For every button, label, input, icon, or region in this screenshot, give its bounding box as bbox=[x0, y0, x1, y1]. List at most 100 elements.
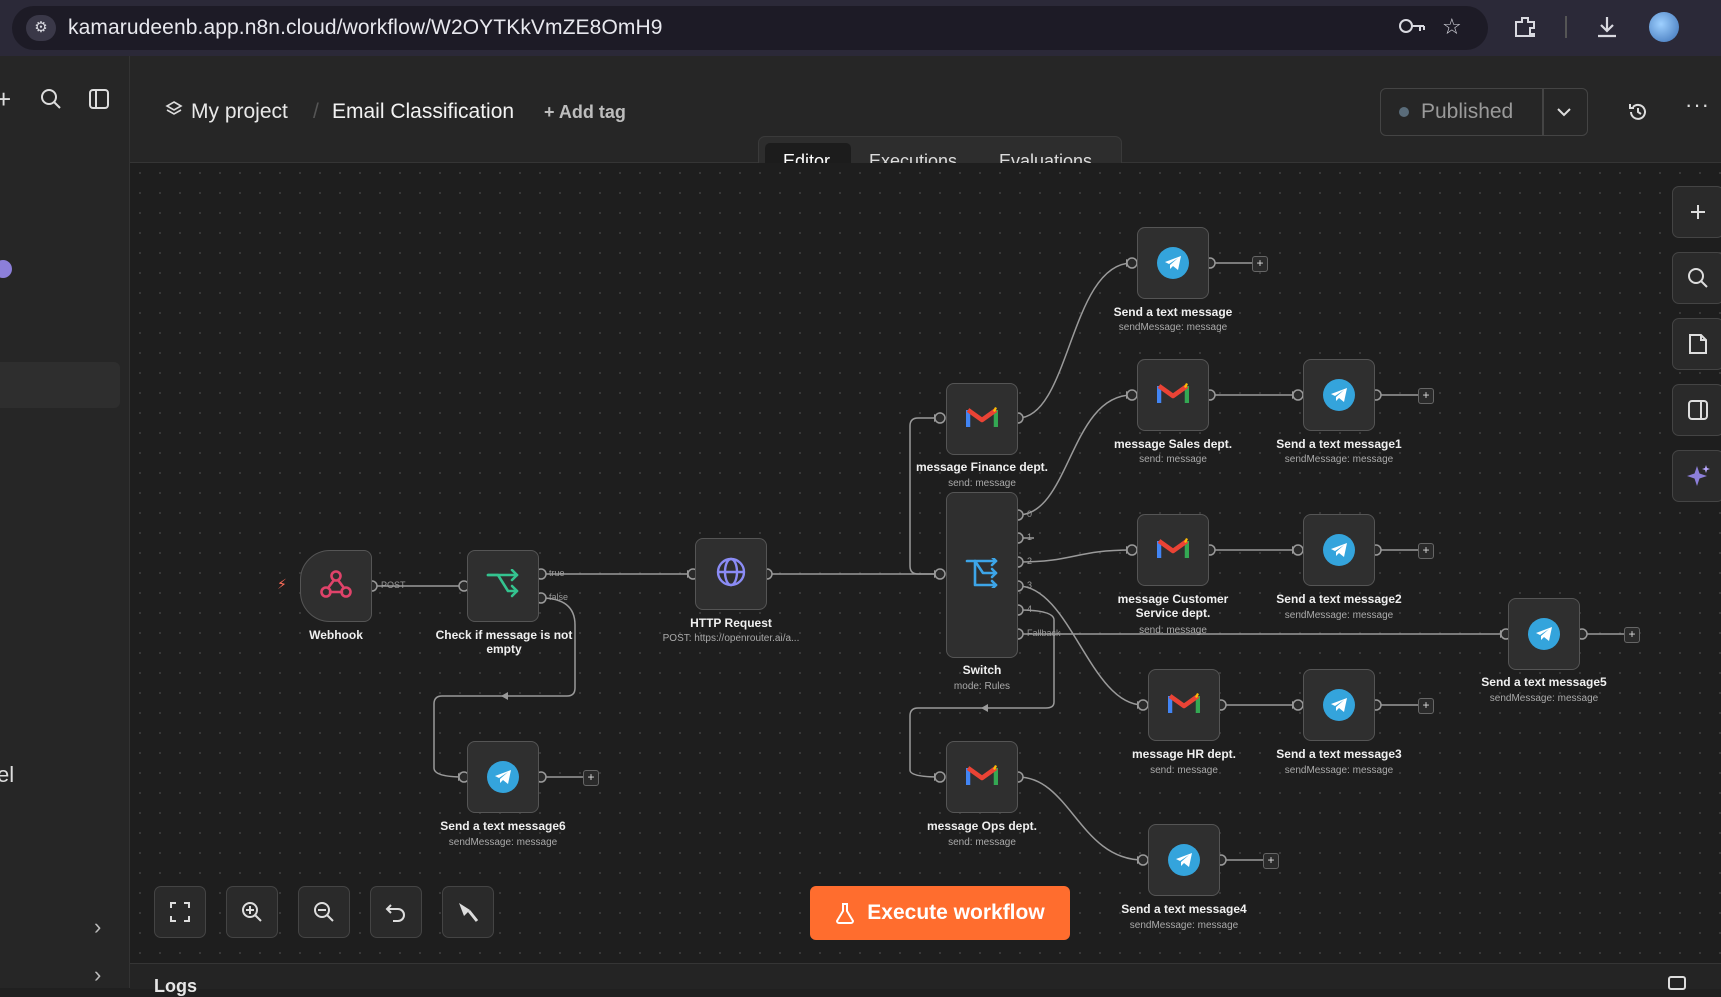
add-node-handle[interactable]: + bbox=[1418, 388, 1434, 404]
dropdown-divider bbox=[1542, 89, 1544, 135]
node-switch[interactable] bbox=[946, 492, 1018, 658]
url-text: kamarudeenb.app.n8n.cloud/workflow/W2OYT… bbox=[68, 16, 663, 39]
history-icon[interactable] bbox=[1627, 101, 1649, 128]
node-cs-title: message Customer Service dept. bbox=[1117, 592, 1229, 620]
fit-view-button[interactable] bbox=[154, 886, 206, 938]
telegram-icon bbox=[1528, 618, 1560, 650]
port-label-false: false bbox=[549, 592, 569, 602]
node-http-title: HTTP Request bbox=[690, 616, 772, 630]
node-message-customer-service[interactable] bbox=[1137, 514, 1209, 586]
node-send-text-message3[interactable] bbox=[1303, 669, 1375, 741]
add-node-handle[interactable]: + bbox=[1252, 256, 1268, 272]
node-message-ops[interactable] bbox=[946, 741, 1018, 813]
sticky-note-button[interactable] bbox=[1672, 318, 1721, 370]
add-node-handle[interactable]: + bbox=[1418, 543, 1434, 559]
gmail-icon bbox=[1167, 691, 1201, 720]
site-settings-icon[interactable]: ⚙ bbox=[26, 15, 56, 41]
add-node-handle[interactable]: + bbox=[1624, 627, 1640, 643]
node-tg3-sub: sendMessage: message bbox=[1284, 765, 1394, 776]
workflow-name[interactable]: Email Classification bbox=[332, 100, 514, 124]
project-layers-icon bbox=[165, 100, 183, 123]
node-send-text-message1[interactable] bbox=[1303, 359, 1375, 431]
add-node-button[interactable] bbox=[1672, 186, 1721, 238]
port-label-true: true bbox=[549, 568, 565, 578]
status-dot bbox=[1399, 107, 1409, 117]
zoom-out-button[interactable] bbox=[298, 886, 350, 938]
switch-output-3: 3 bbox=[1027, 580, 1033, 590]
node-send-text-message2[interactable] bbox=[1303, 514, 1375, 586]
zoom-in-button[interactable] bbox=[226, 886, 278, 938]
node-webhook-title: Webhook bbox=[309, 628, 363, 642]
node-tg2-sub: sendMessage: message bbox=[1284, 610, 1394, 621]
logs-label: Logs bbox=[154, 976, 197, 996]
sidebar-item-active[interactable] bbox=[0, 362, 120, 408]
node-http-sub: POST: https://openrouter.ai/a... bbox=[662, 633, 800, 644]
node-check-title: Check if message is not empty bbox=[435, 628, 573, 656]
node-http-request[interactable] bbox=[695, 538, 767, 610]
node-tg1-title: Send a text message1 bbox=[1276, 437, 1402, 451]
switch-output-2: 2 bbox=[1027, 556, 1033, 566]
switch-output-1: 1 bbox=[1027, 532, 1033, 542]
port-label-post: POST bbox=[381, 580, 406, 590]
node-message-sales[interactable] bbox=[1137, 359, 1209, 431]
add-tag-button[interactable]: + Add tag bbox=[544, 102, 626, 123]
ai-assistant-button[interactable] bbox=[1672, 450, 1721, 502]
node-tg4-title: Send a text message4 bbox=[1121, 902, 1247, 916]
node-send-text-message[interactable] bbox=[1137, 227, 1209, 299]
node-tg4-sub: sendMessage: message bbox=[1129, 920, 1239, 931]
add-node-handle[interactable]: + bbox=[1418, 698, 1434, 714]
sidebar-label-fragment: el bbox=[0, 762, 15, 787]
tidy-up-button[interactable] bbox=[442, 886, 494, 938]
browser-toolbar: ⚙ kamarudeenb.app.n8n.cloud/workflow/W2O… bbox=[0, 0, 1721, 56]
logs-panel-bar[interactable]: Logs bbox=[130, 963, 1721, 996]
chevron-right-icon[interactable]: › bbox=[94, 962, 101, 988]
node-ops-title: message Ops dept. bbox=[926, 819, 1038, 833]
bookmark-star-icon[interactable]: ☆ bbox=[1442, 14, 1462, 40]
extensions-icon[interactable] bbox=[1512, 14, 1538, 46]
node-message-finance[interactable] bbox=[946, 383, 1018, 455]
switch-output-4: 4 bbox=[1027, 604, 1033, 614]
flask-icon bbox=[835, 902, 855, 924]
execute-workflow-button[interactable]: Execute workflow bbox=[810, 886, 1070, 940]
toggle-sidebar-icon[interactable] bbox=[88, 88, 110, 115]
switch-routing-icon bbox=[965, 555, 999, 593]
gmail-icon bbox=[965, 405, 999, 434]
add-node-handle[interactable]: + bbox=[583, 770, 599, 786]
node-sales-sub: send: message bbox=[1139, 454, 1207, 465]
node-tg6-sub: sendMessage: message bbox=[448, 837, 558, 848]
trigger-bolt-icon: ⚡ bbox=[277, 576, 287, 592]
telegram-icon bbox=[1323, 689, 1355, 721]
node-webhook[interactable] bbox=[300, 550, 372, 622]
toggle-panel-button[interactable] bbox=[1672, 384, 1721, 436]
address-bar[interactable]: ⚙ kamarudeenb.app.n8n.cloud/workflow/W2O… bbox=[12, 6, 1488, 50]
key-icon[interactable] bbox=[1398, 15, 1426, 43]
undo-button[interactable] bbox=[370, 886, 422, 938]
download-icon[interactable] bbox=[1594, 14, 1620, 46]
publish-status-dropdown[interactable]: Published bbox=[1380, 88, 1588, 136]
node-message-hr[interactable] bbox=[1148, 669, 1220, 741]
switch-output-0: 0 bbox=[1027, 509, 1033, 519]
profile-avatar[interactable] bbox=[1649, 12, 1679, 42]
node-ops-sub: send: message bbox=[948, 837, 1016, 848]
node-check-not-empty[interactable] bbox=[467, 550, 539, 622]
node-send-text-message4[interactable] bbox=[1148, 824, 1220, 896]
project-breadcrumb[interactable]: My project bbox=[191, 100, 288, 124]
node-tg5-sub: sendMessage: message bbox=[1489, 693, 1599, 704]
node-tg1-sub: sendMessage: message bbox=[1284, 454, 1394, 465]
search-nodes-button[interactable] bbox=[1672, 252, 1721, 304]
node-tg5-title: Send a text message5 bbox=[1481, 675, 1607, 689]
node-send-text-message6[interactable] bbox=[467, 741, 539, 813]
node-finance-title: message Finance dept. bbox=[915, 460, 1049, 474]
add-icon[interactable]: + bbox=[0, 84, 11, 115]
node-switch-title: Switch bbox=[962, 663, 1002, 677]
sidebar-badge bbox=[0, 260, 12, 278]
chevron-down-icon[interactable] bbox=[1556, 105, 1572, 123]
search-icon[interactable] bbox=[40, 88, 62, 115]
gmail-icon bbox=[1156, 536, 1190, 565]
chevron-right-icon[interactable]: › bbox=[94, 914, 101, 940]
node-tg6-title: Send a text message6 bbox=[440, 819, 566, 833]
add-node-handle[interactable]: + bbox=[1263, 853, 1279, 869]
left-sidebar: + el › › bbox=[0, 56, 130, 988]
more-options-icon[interactable]: ··· bbox=[1685, 92, 1710, 118]
node-send-text-message5[interactable] bbox=[1508, 598, 1580, 670]
